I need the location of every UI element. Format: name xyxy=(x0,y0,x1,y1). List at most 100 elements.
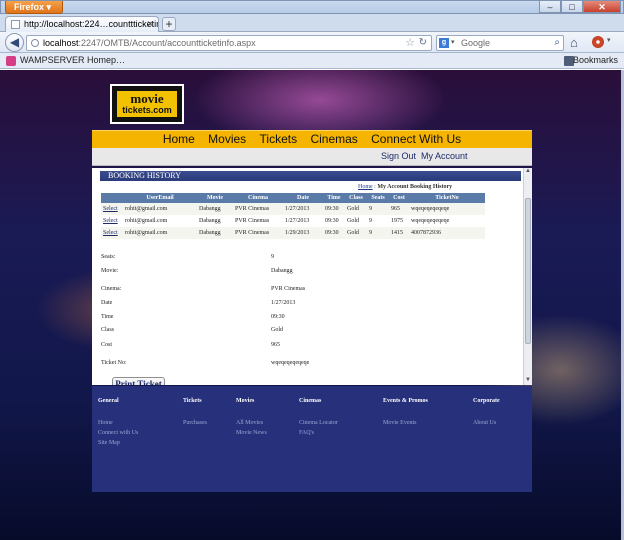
arrow-left-icon[interactable]: ◀ xyxy=(5,33,24,52)
footer-heading: Cinemas xyxy=(299,398,322,404)
minimize-button[interactable]: – xyxy=(539,1,561,13)
footer-link-about-us[interactable]: About Us xyxy=(473,418,500,428)
detail-value: 965 xyxy=(271,342,280,348)
breadcrumb-home[interactable]: Home xyxy=(358,184,373,190)
cell-email: rohit@gmail.com xyxy=(123,203,197,215)
column-header-movie: Movie xyxy=(197,193,233,203)
footer-column-corporate: Corporate About Us xyxy=(473,398,500,428)
site-logo[interactable]: movie tickets.com xyxy=(110,84,184,124)
bookmark-link[interactable]: WAMPSERVER Homep… xyxy=(20,55,125,65)
footer-link-movie-news[interactable]: Movie News xyxy=(236,428,267,438)
footer-link-movie-events[interactable]: Movie Events xyxy=(383,418,428,428)
sign-out-link[interactable]: Sign Out xyxy=(381,151,416,161)
bookmarks-menu-button[interactable]: Bookmarks xyxy=(573,55,618,65)
cell-date: 1/29/2013 xyxy=(283,227,323,239)
detail-value: wqeqeqeqeqeqe xyxy=(271,360,310,366)
page-icon xyxy=(11,20,20,29)
detail-row-date: Date 1/27/2013 xyxy=(101,300,401,309)
new-tab-button[interactable]: + xyxy=(162,17,176,31)
column-header-ticketno: TicketNo xyxy=(409,193,485,203)
menu-item-tickets[interactable]: Tickets xyxy=(260,132,298,146)
cell-ticket: wqeqeqeqeqeqe xyxy=(409,215,485,227)
select-link[interactable]: Select xyxy=(101,227,123,239)
column-header-seats: Seats xyxy=(367,193,389,203)
select-link[interactable]: Select xyxy=(101,215,123,227)
close-window-button[interactable]: ✕ xyxy=(583,1,621,13)
firefox-menu-button[interactable]: Firefox ▾ xyxy=(5,1,63,14)
footer-link-home[interactable]: Home xyxy=(98,418,138,428)
bookmark-star-icon[interactable]: ☆ xyxy=(405,36,415,50)
menu-items: Home Movies Tickets Cinemas Connect With… xyxy=(92,131,532,148)
chevron-down-icon[interactable]: ▾ xyxy=(451,36,455,50)
detail-value: Gold xyxy=(271,327,283,333)
url-path: :2247/OMTB/Account/accountticketinfo.asp… xyxy=(78,38,256,48)
section-header: BOOKING HISTORY xyxy=(100,171,521,181)
booking-table: UserEmail Movie Cinema Date Time Class S… xyxy=(101,193,485,239)
search-icon[interactable]: ⌕ xyxy=(554,36,560,50)
menu-item-connect[interactable]: Connect With Us xyxy=(371,132,461,146)
my-account-link[interactable]: My Account xyxy=(421,151,468,161)
cell-class: Gold xyxy=(345,203,367,215)
menu-item-cinemas[interactable]: Cinemas xyxy=(310,132,357,146)
cell-email: rohit@gmail.com xyxy=(123,227,197,239)
select-link[interactable]: Select xyxy=(101,203,123,215)
footer-link-sitemap[interactable]: Site Map xyxy=(98,438,138,448)
booking-history-panel: BOOKING HISTORY Home : My Account Bookin… xyxy=(92,168,532,385)
scroll-thumb[interactable] xyxy=(525,198,531,344)
detail-row-movie: Movie: Dabangg xyxy=(101,268,401,277)
cell-time: 09:30 xyxy=(323,203,345,215)
cell-cost: 1975 xyxy=(389,215,409,227)
table-header-row: UserEmail Movie Cinema Date Time Class S… xyxy=(101,193,485,203)
scroll-down-icon[interactable]: ▼ xyxy=(524,377,532,385)
detail-row-seats: Seats: 9 xyxy=(101,254,401,263)
print-ticket-button[interactable]: Print Ticket xyxy=(112,377,165,385)
main-menu: Home Movies Tickets Cinemas Connect With… xyxy=(92,130,532,148)
cell-time: 09:30 xyxy=(323,227,345,239)
footer-column-tickets: Tickets Purchases xyxy=(183,398,207,428)
footer-link-cinema-locator[interactable]: Cinema Locator xyxy=(299,418,338,428)
footer-link-faqs[interactable]: FAQ's xyxy=(299,428,338,438)
bookmarks-toolbar: WAMPSERVER Homep… Bookmarks xyxy=(0,53,624,69)
cell-ticket: 4007872936 xyxy=(409,227,485,239)
cell-cost: 965 xyxy=(389,203,409,215)
cell-seats: 9 xyxy=(367,227,389,239)
cell-movie: Dabangg xyxy=(197,227,233,239)
footer-link-all-movies[interactable]: All Movies xyxy=(236,418,267,428)
site-footer: General Home Connect with Us Site Map Ti… xyxy=(92,386,532,492)
browser-tab[interactable]: http://localhost:224…counttticketinfo.as… xyxy=(5,16,159,32)
scroll-up-icon[interactable]: ▲ xyxy=(524,168,532,176)
reload-icon[interactable]: ↻ xyxy=(419,36,427,50)
chevron-down-icon: ▾ xyxy=(46,2,52,12)
account-bar: Sign Out My Account xyxy=(92,148,532,166)
home-icon[interactable]: ⌂ xyxy=(570,35,578,50)
cell-seats: 9 xyxy=(367,203,389,215)
menu-item-movies[interactable]: Movies xyxy=(208,132,246,146)
search-input[interactable]: g ▾ Google ⌕ xyxy=(436,35,564,51)
panel-scrollbar[interactable]: ▲ ▼ xyxy=(523,168,532,385)
detail-label: Ticket No: xyxy=(101,360,127,366)
table-row[interactable]: Select rohit@gmail.com Dabangg PVR Cinem… xyxy=(101,227,485,239)
footer-link-purchases[interactable]: Purchases xyxy=(183,418,207,428)
url-bar[interactable]: localhost:2247/OMTB/Account/accountticke… xyxy=(26,35,432,51)
footer-column-movies: Movies All Movies Movie News xyxy=(236,398,267,438)
google-icon[interactable]: g xyxy=(439,38,449,48)
detail-label: Class xyxy=(101,327,115,333)
cell-cinema: PVR Cinemas xyxy=(233,203,283,215)
footer-heading: General xyxy=(98,398,119,404)
detail-label: Seats: xyxy=(101,254,116,260)
cell-cinema: PVR Cinemas xyxy=(233,215,283,227)
close-tab-icon[interactable]: ✕ xyxy=(146,17,154,32)
table-row[interactable]: Select rohit@gmail.com Dabangg PVR Cinem… xyxy=(101,203,485,215)
cell-movie: Dabangg xyxy=(197,215,233,227)
footer-link-connect[interactable]: Connect with Us xyxy=(98,428,138,438)
column-header-select xyxy=(101,193,123,203)
table-row[interactable]: Select rohit@gmail.com Dabangg PVR Cinem… xyxy=(101,215,485,227)
cell-email: rohit@gmail.com xyxy=(123,215,197,227)
menu-item-home[interactable]: Home xyxy=(163,132,195,146)
detail-label: Time xyxy=(101,314,114,320)
addon-icon[interactable] xyxy=(592,36,604,48)
maximize-button[interactable]: □ xyxy=(561,1,583,13)
column-header-date: Date xyxy=(283,193,323,203)
breadcrumb: Home : My Account Booking History xyxy=(358,184,452,190)
chevron-down-icon[interactable]: ▾ xyxy=(607,36,611,44)
